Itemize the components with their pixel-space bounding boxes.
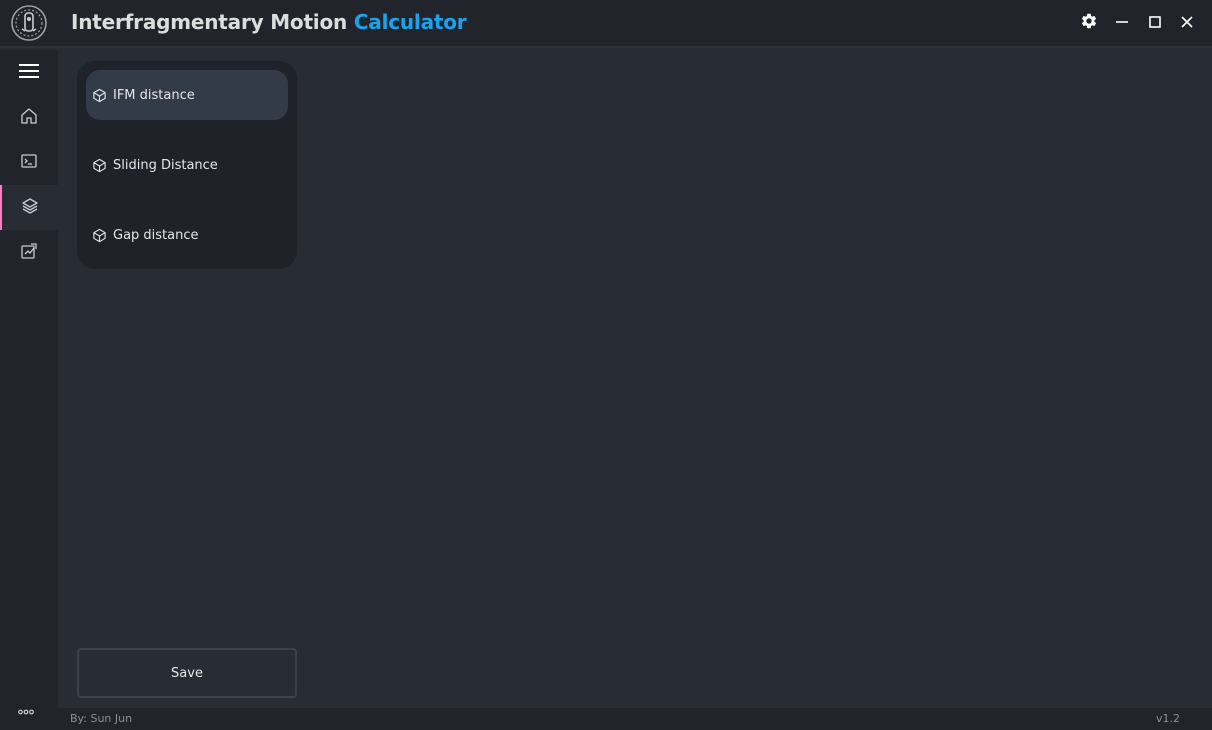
chart-export-icon — [20, 242, 38, 264]
cube-icon — [92, 157, 108, 173]
app-title: Interfragmentary Motion Calculator — [71, 10, 467, 34]
hamburger-menu-icon — [19, 63, 39, 83]
sidebar-item-layers[interactable] — [0, 185, 58, 230]
app-logo — [10, 4, 48, 42]
menu-item-label: Gap distance — [113, 227, 199, 243]
status-bar: By: Sun Jun v1.2 — [58, 708, 1212, 730]
layers-icon — [21, 197, 39, 219]
close-button[interactable] — [1173, 9, 1201, 37]
author-credit: By: Sun Jun — [70, 712, 133, 725]
menu-item-gap-distance[interactable]: Gap distance — [86, 210, 288, 260]
save-button[interactable]: Save — [77, 648, 297, 698]
app-title-main: Interfragmentary Motion — [71, 10, 354, 34]
menu-item-sliding-distance[interactable]: Sliding Distance — [86, 140, 288, 190]
cube-icon — [92, 87, 108, 103]
menu-toggle-button[interactable] — [0, 50, 58, 95]
gear-icon — [1080, 12, 1098, 34]
calculation-menu: IFM distance Sliding Distance Gap distan… — [77, 61, 297, 269]
minimize-button[interactable] — [1108, 9, 1136, 37]
sidebar-item-terminal[interactable] — [0, 140, 58, 185]
close-icon — [1180, 14, 1194, 33]
more-button[interactable] — [0, 698, 52, 720]
title-bar: Interfragmentary Motion Calculator — [0, 0, 1212, 48]
version-label: v1.2 — [1155, 712, 1180, 725]
menu-item-label: IFM distance — [113, 87, 195, 103]
minimize-icon — [1115, 14, 1129, 33]
menu-item-label: Sliding Distance — [113, 157, 218, 173]
sidebar-item-home[interactable] — [0, 95, 58, 140]
maximize-button[interactable] — [1141, 9, 1169, 37]
settings-button[interactable] — [1075, 9, 1103, 37]
sidebar-rail — [0, 50, 58, 730]
sidebar-item-export[interactable] — [0, 230, 58, 275]
terminal-icon — [20, 152, 38, 174]
home-icon — [20, 107, 38, 129]
cube-icon — [92, 227, 108, 243]
menu-item-ifm-distance[interactable]: IFM distance — [86, 70, 288, 120]
more-dots-icon — [18, 700, 34, 719]
app-title-accent: Calculator — [353, 10, 467, 34]
app-window: Interfragmentary Motion Calculator IFM d… — [0, 0, 1212, 730]
maximize-icon — [1148, 14, 1162, 33]
